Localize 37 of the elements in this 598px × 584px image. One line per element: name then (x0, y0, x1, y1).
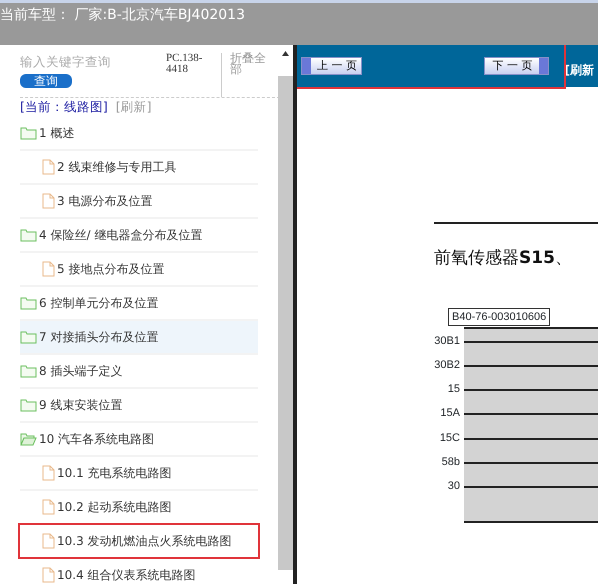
tree-item[interactable]: 8 插头端子定义 (20, 354, 258, 389)
document-icon (42, 192, 55, 209)
wire-label: 58b (440, 454, 460, 470)
connector-label: B40-76-003010606 (448, 308, 550, 326)
document-icon (42, 498, 55, 515)
tree-item[interactable]: 10.2 起动系统电路图 (20, 490, 258, 525)
tree-item[interactable]: 9 线束安装位置 (20, 388, 258, 423)
phone-number: PC.138-4418 (166, 53, 222, 97)
wire-label: 15 (446, 382, 460, 398)
current-view-label: [当前：线路图] (20, 98, 108, 116)
scroll-up-icon[interactable] (282, 51, 289, 56)
document-icon (42, 260, 55, 277)
previous-page-button[interactable]: 上 一 页 (301, 57, 362, 75)
wire-label: 30 (446, 479, 460, 494)
document-icon (42, 566, 55, 583)
tree-item[interactable]: 10.4 组合仪表系统电路图 (20, 558, 258, 584)
diagram-title: 前氧传感器S15、 (434, 247, 573, 270)
next-page-button[interactable]: 下 一 页 (484, 57, 549, 75)
document-icon (42, 464, 55, 481)
tree-item[interactable]: 5 接地点分布及位置 (20, 252, 258, 287)
tree-item[interactable]: 3 电源分布及位置 (20, 184, 258, 219)
document-icon (42, 158, 55, 175)
tree-item[interactable]: 1 概述 (20, 116, 258, 151)
wire-label: 15A (439, 406, 460, 422)
tree-item[interactable]: 4 保险丝/ 继电器盒分布及位置 (20, 218, 258, 253)
wire-label: 30B1 (433, 334, 460, 348)
wire-label: 30B2 (433, 358, 460, 373)
search-button[interactable]: 查询 (20, 74, 72, 88)
tree-item[interactable]: 10 汽车各系统电路图 (20, 422, 258, 457)
document-icon (42, 532, 55, 549)
car-model-title: 当前车型： 厂家:B-北京汽车BJ402013 (0, 6, 246, 25)
tree-item[interactable]: 2 线束维修与专用工具 (20, 150, 258, 185)
tree-item[interactable]: 10.3 发动机燃油点火系统电路图 (20, 524, 258, 559)
tree-item[interactable]: 10.1 充电系统电路图 (20, 456, 258, 491)
scrollbar-thumb[interactable] (278, 76, 293, 570)
wire-label: 15C (438, 430, 460, 446)
tree-item[interactable]: 7 对接插头分布及位置 (20, 320, 258, 355)
